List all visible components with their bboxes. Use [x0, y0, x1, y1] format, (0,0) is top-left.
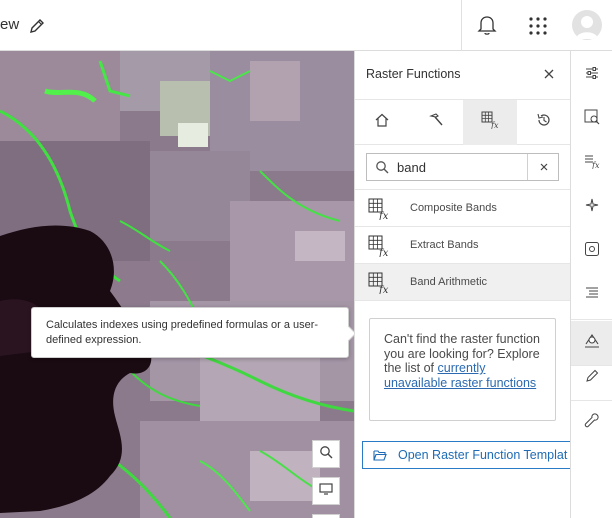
svg-text:fx: fx [378, 285, 389, 294]
search-icon [375, 160, 389, 174]
rail-effects[interactable] [571, 185, 612, 229]
svg-text:fx: fx [490, 121, 499, 129]
pencil-icon[interactable] [28, 17, 46, 35]
function-analysis-icon [583, 332, 601, 355]
function-item-composite-bands[interactable]: fx Composite Bands [355, 190, 570, 227]
close-icon[interactable] [541, 66, 557, 82]
function-item-extract-bands[interactable]: fx Extract Bands [355, 227, 570, 264]
rail-tools[interactable] [571, 400, 612, 444]
user-avatar-icon[interactable] [572, 10, 602, 40]
rail-edit[interactable] [571, 356, 612, 400]
grid-dots-icon[interactable] [528, 16, 548, 36]
raster-function-icon: fx [368, 272, 390, 296]
function-search-input[interactable] [397, 157, 523, 177]
rail-image-search[interactable] [571, 97, 612, 141]
svg-text:fx: fx [378, 211, 389, 220]
bell-icon[interactable] [477, 14, 497, 36]
close-icon [540, 163, 547, 171]
history-icon [536, 112, 552, 133]
rail-legend[interactable] [571, 273, 612, 317]
raster-function-icon: fx [481, 111, 499, 134]
panel-title: Raster Functions [366, 67, 461, 81]
function-label: Extract Bands [410, 239, 479, 251]
satellite-imagery [0, 51, 354, 518]
clear-search-button[interactable] [527, 154, 559, 180]
pen-edit-icon [584, 368, 600, 389]
tab-tools[interactable] [409, 100, 463, 145]
tab-history[interactable] [517, 100, 570, 145]
sliders-icon [584, 65, 600, 86]
app-header: ew [0, 0, 612, 51]
rail-divider [571, 319, 612, 320]
tab-home[interactable] [355, 100, 409, 145]
function-tooltip: Calculates indexes using predefined form… [31, 307, 349, 358]
home-icon [374, 112, 390, 133]
search-icon [319, 445, 333, 464]
right-action-rail: fx [570, 51, 612, 518]
map-view[interactable]: Calculates indexes using predefined form… [0, 51, 354, 518]
svg-text:fx: fx [591, 161, 600, 169]
wrench-icon [584, 412, 600, 433]
rail-settings[interactable] [571, 229, 612, 273]
function-label: Band Arithmetic [410, 276, 488, 288]
raster-function-icon: fx [368, 198, 390, 222]
tab-raster-functions[interactable]: fx [463, 100, 517, 145]
svg-text:fx: fx [378, 248, 389, 257]
search-box [366, 153, 559, 181]
map-search-button[interactable] [312, 440, 340, 468]
legend-list-icon [584, 285, 600, 306]
function-label: Composite Bands [410, 202, 497, 214]
rail-properties[interactable] [571, 53, 612, 97]
raster-list-icon: fx [584, 153, 600, 174]
function-item-band-arithmetic[interactable]: fx Band Arithmetic [355, 264, 570, 301]
monitor-icon [319, 482, 333, 501]
image-search-icon [584, 109, 600, 130]
not-found-notice: Can't find the raster function you are l… [369, 318, 556, 421]
folder-open-icon [373, 449, 387, 462]
hammer-icon [428, 112, 444, 133]
map-title[interactable]: ew [0, 16, 19, 33]
rail-raster-list[interactable]: fx [571, 141, 612, 185]
open-raster-function-template-button[interactable]: Open Raster Function Templat [362, 441, 570, 469]
header-divider [461, 0, 462, 51]
settings-box-icon [584, 241, 600, 262]
map-display-button[interactable] [312, 477, 340, 505]
map-more-button[interactable] [312, 514, 340, 518]
raster-functions-panel: Raster Functions fx band fx Composite Ba… [354, 51, 570, 518]
open-template-label: Open Raster Function Templat [398, 448, 568, 462]
sparkle-icon [584, 197, 600, 218]
panel-tabs: fx [355, 99, 570, 145]
raster-function-icon: fx [368, 235, 390, 259]
